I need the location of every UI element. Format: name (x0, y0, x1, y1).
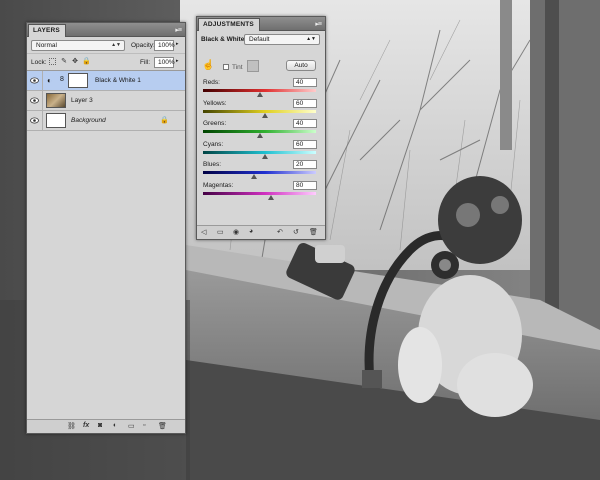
preset-value: Default (249, 36, 270, 43)
blend-opacity-row: Normal ▲▼ Opacity: 100% ▸ (27, 37, 185, 54)
eye-icon (30, 117, 39, 124)
slider-thumb[interactable] (256, 133, 263, 138)
reset-icon[interactable]: ↺ (293, 228, 299, 236)
tint-checkbox[interactable] (223, 64, 229, 70)
slider-value-input[interactable]: 40 (293, 78, 317, 87)
link-icon[interactable]: ⛓ (67, 422, 76, 430)
slider-value-input[interactable]: 20 (293, 160, 317, 169)
layers-panel: LAYERS ▸≡ Normal ▲▼ Opacity: 100% ▸ Lock… (26, 22, 186, 434)
auto-button[interactable]: Auto (286, 60, 316, 71)
fill-label: Fill: (140, 59, 151, 66)
lock-icon: 🔒 (160, 117, 169, 124)
eye-icon (30, 97, 39, 104)
slider-thumb[interactable] (267, 194, 274, 200)
slider-thumb[interactable] (262, 112, 269, 118)
tint-color-swatch[interactable] (247, 60, 259, 72)
lock-position-icon[interactable]: ✥ (71, 58, 79, 66)
visibility-icon[interactable]: ◕ (249, 228, 253, 235)
slider-label: Yellows: (203, 99, 227, 107)
fill-arrow-icon[interactable]: ▸ (176, 58, 179, 64)
previous-state-icon[interactable]: ↶ (277, 228, 283, 236)
slider-label: Blues: (203, 161, 222, 168)
lock-brush-icon[interactable]: ✎ (60, 58, 68, 66)
adjustments-tabbar: ADJUSTMENTS ▸≡ (197, 17, 325, 31)
slider-thumb[interactable] (250, 174, 257, 179)
lock-all-icon[interactable]: 🔒 (82, 58, 91, 66)
clip-icon[interactable]: ◉ (233, 228, 239, 236)
opacity-label: Opacity: (131, 42, 155, 49)
lock-label: Lock: (31, 59, 47, 66)
layer-row[interactable]: Background 🔒 (27, 111, 185, 131)
adjustment-title: Black & White (201, 36, 245, 43)
lock-fill-row: Lock: ✎ ✥ 🔒 Fill: 100% ▸ (27, 54, 185, 71)
new-adjustment-icon[interactable]: ◐ (113, 422, 117, 429)
slider-track[interactable] (203, 191, 316, 195)
panel-menu-icon[interactable]: ▸≡ (175, 26, 182, 34)
slider-value-input[interactable]: 40 (293, 119, 317, 128)
panel-menu-icon[interactable]: ▸≡ (315, 20, 322, 28)
chain-link-icon[interactable]: 8 (60, 76, 64, 83)
slider-thumb[interactable] (262, 153, 269, 159)
eye-icon (30, 77, 39, 84)
trash-icon[interactable]: 🗑 (158, 422, 167, 430)
slider-value-input[interactable]: 80 (293, 180, 317, 190)
new-layer-icon[interactable]: ▫ (143, 422, 145, 429)
slider-label: Magentas: (203, 181, 234, 189)
layers-footer: ⛓ fx ◙ ◐ ▭ ▫ 🗑 (27, 419, 185, 433)
lock-transparency-icon[interactable] (49, 58, 56, 65)
tab-layers[interactable]: LAYERS (28, 24, 66, 37)
adjustment-layer-icon: ◐ (47, 76, 52, 85)
expand-icon[interactable]: ▭ (217, 228, 224, 236)
visibility-toggle[interactable] (27, 91, 43, 111)
blend-mode-value: Normal (36, 42, 57, 49)
layer-row[interactable]: ◐ 8 Black & White 1 (27, 71, 185, 91)
layer-thumbnail[interactable] (46, 93, 66, 108)
adjustments-panel: ADJUSTMENTS ▸≡ Black & White Default ▲▼ … (196, 16, 326, 240)
layers-tabbar: LAYERS ▸≡ (27, 23, 185, 37)
adjustments-footer: ◁ ▭ ◉ ◕ ↶ ↺ 🗑 (197, 225, 325, 239)
visibility-toggle[interactable] (27, 111, 43, 131)
target-adjust-hand-icon[interactable]: ☝ (202, 60, 214, 72)
slider-track[interactable] (203, 109, 316, 113)
opacity-input[interactable]: 100% (154, 40, 175, 51)
chevron-updown-icon: ▲▼ (111, 42, 121, 48)
chevron-updown-icon: ▲▼ (306, 36, 316, 42)
layer-row[interactable]: Layer 3 (27, 91, 185, 111)
back-icon[interactable]: ◁ (201, 228, 206, 236)
layer-thumbnail[interactable] (46, 113, 66, 128)
layer-name: Background (71, 117, 106, 124)
slider-label: Cyans: (203, 140, 224, 148)
tab-adjustments[interactable]: ADJUSTMENTS (198, 18, 260, 31)
slider-track[interactable] (203, 150, 316, 154)
slider-value-input[interactable]: 60 (293, 139, 317, 149)
mask-icon[interactable]: ◙ (98, 422, 102, 429)
group-icon[interactable]: ▭ (128, 422, 135, 430)
fill-input[interactable]: 100% (154, 57, 175, 68)
preset-select[interactable]: Default ▲▼ (244, 34, 320, 45)
layer-mask-thumbnail[interactable] (68, 73, 88, 88)
layer-name: Black & White 1 (95, 77, 141, 84)
trash-icon[interactable]: 🗑 (309, 228, 318, 236)
slider-value-input[interactable]: 60 (293, 98, 317, 108)
slider-label: Greens: (203, 120, 227, 127)
slider-thumb[interactable] (256, 92, 263, 97)
opacity-arrow-icon[interactable]: ▸ (176, 41, 179, 47)
slider-track[interactable] (203, 171, 316, 174)
layer-name: Layer 3 (71, 97, 93, 104)
tint-label: Tint (232, 64, 243, 71)
blend-mode-select[interactable]: Normal ▲▼ (31, 40, 125, 51)
slider-label: Reds: (203, 79, 220, 86)
fx-icon[interactable]: fx (83, 422, 89, 429)
visibility-toggle[interactable] (27, 71, 43, 91)
